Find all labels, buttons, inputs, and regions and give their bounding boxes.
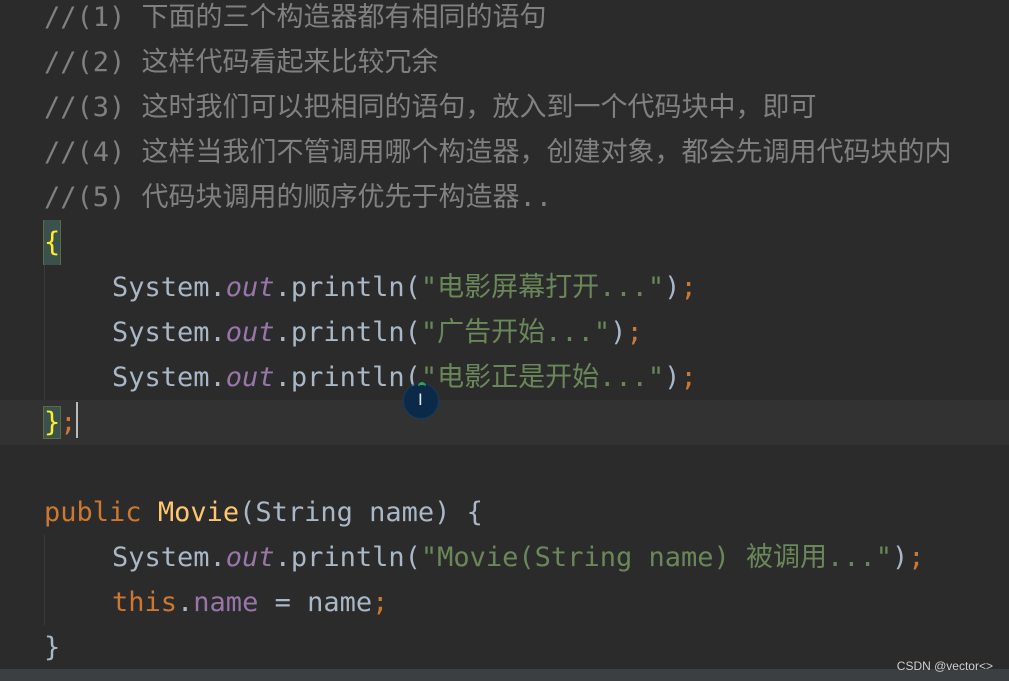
field-name: name xyxy=(193,587,259,618)
assignment: = name xyxy=(258,587,373,618)
open-brace: { xyxy=(42,220,62,265)
close-paren: ) xyxy=(664,362,681,393)
comment-line-3: //(3) 这时我们可以把相同的语句，放入到一个代码块中，即可 xyxy=(0,85,1009,130)
receiver: System. xyxy=(112,362,226,393)
constructor-signature: public Movie(String name) { xyxy=(0,490,1009,535)
method-call: .println( xyxy=(274,542,421,573)
field-out: out xyxy=(225,317,275,348)
receiver: System. xyxy=(112,317,226,348)
constructor-statement-1: System.out.println("Movie(String name) 被… xyxy=(0,535,1009,580)
string-literal: "电影正是开始..." xyxy=(420,362,665,393)
receiver: System. xyxy=(112,542,226,573)
comment-text: //(5) 代码块调用的顺序优先于构造器.. xyxy=(44,182,553,213)
comment-text: //(4) 这样当我们不管调用哪个构造器，创建对象，都会先调用代码块的内 xyxy=(44,137,952,168)
keyword-this: this xyxy=(112,587,178,618)
method-call: .println( xyxy=(274,272,421,303)
comment-line-4: //(4) 这样当我们不管调用哪个构造器，创建对象，都会先调用代码块的内 xyxy=(0,130,1009,175)
block-statement-3: System.out.println("电影正是开始..."); xyxy=(0,355,1009,400)
field-out: out xyxy=(225,542,275,573)
comment-line-2: //(2) 这样代码看起来比较冗余 xyxy=(0,40,1009,85)
field-out: out xyxy=(225,272,275,303)
close-paren: ) xyxy=(892,542,909,573)
semicolon: ; xyxy=(908,542,925,573)
semicolon: ; xyxy=(372,587,389,618)
keyword-public: public xyxy=(44,497,142,528)
constructor-name: Movie xyxy=(157,497,240,528)
constructor-close-line: } xyxy=(0,625,1009,670)
field-out: out xyxy=(225,362,275,393)
comment-line-5: //(5) 代码块调用的顺序优先于构造器.. xyxy=(0,175,1009,220)
code-editor[interactable]: //(1) 下面的三个构造器都有相同的语句 //(2) 这样代码看起来比较冗余 … xyxy=(0,0,1009,681)
block-statement-2: System.out.println("广告开始..."); xyxy=(0,310,1009,355)
watermark: CSDN @vector<> xyxy=(896,659,993,673)
close-brace: } xyxy=(42,406,62,439)
method-call: .println( xyxy=(274,317,421,348)
semicolon: ; xyxy=(626,317,643,348)
comment-text: //(3) 这时我们可以把相同的语句，放入到一个代码块中，即可 xyxy=(44,92,817,123)
semicolon: ; xyxy=(680,362,697,393)
comment-text: //(1) 下面的三个构造器都有相同的语句 xyxy=(44,2,547,33)
string-literal: "Movie(String name) 被调用..." xyxy=(420,542,893,573)
block-open-line: { xyxy=(0,220,1009,265)
semicolon: ; xyxy=(60,407,77,438)
constructor-statement-2: this.name = name; xyxy=(0,580,1009,625)
close-paren: ) xyxy=(610,317,627,348)
string-literal: "广告开始..." xyxy=(420,317,611,348)
close-brace: } xyxy=(44,632,61,663)
block-statement-1: System.out.println("电影屏幕打开..."); xyxy=(0,265,1009,310)
horizontal-scrollbar[interactable] xyxy=(0,669,1009,681)
block-close-line: }; xyxy=(0,400,1009,445)
method-call: .println( xyxy=(274,362,421,393)
string-literal: "电影屏幕打开..." xyxy=(420,272,665,303)
semicolon: ; xyxy=(680,272,697,303)
comment-text: //(2) 这样代码看起来比较冗余 xyxy=(44,47,439,78)
param-list: (String name) { xyxy=(239,497,483,528)
dot: . xyxy=(177,587,194,618)
close-paren: ) xyxy=(664,272,681,303)
text-caret xyxy=(76,402,78,438)
receiver: System. xyxy=(112,272,226,303)
comment-line-1: //(1) 下面的三个构造器都有相同的语句 xyxy=(0,0,1009,40)
mouse-cursor-highlight: I xyxy=(404,382,438,418)
ibeam-cursor-icon: I xyxy=(418,390,423,409)
